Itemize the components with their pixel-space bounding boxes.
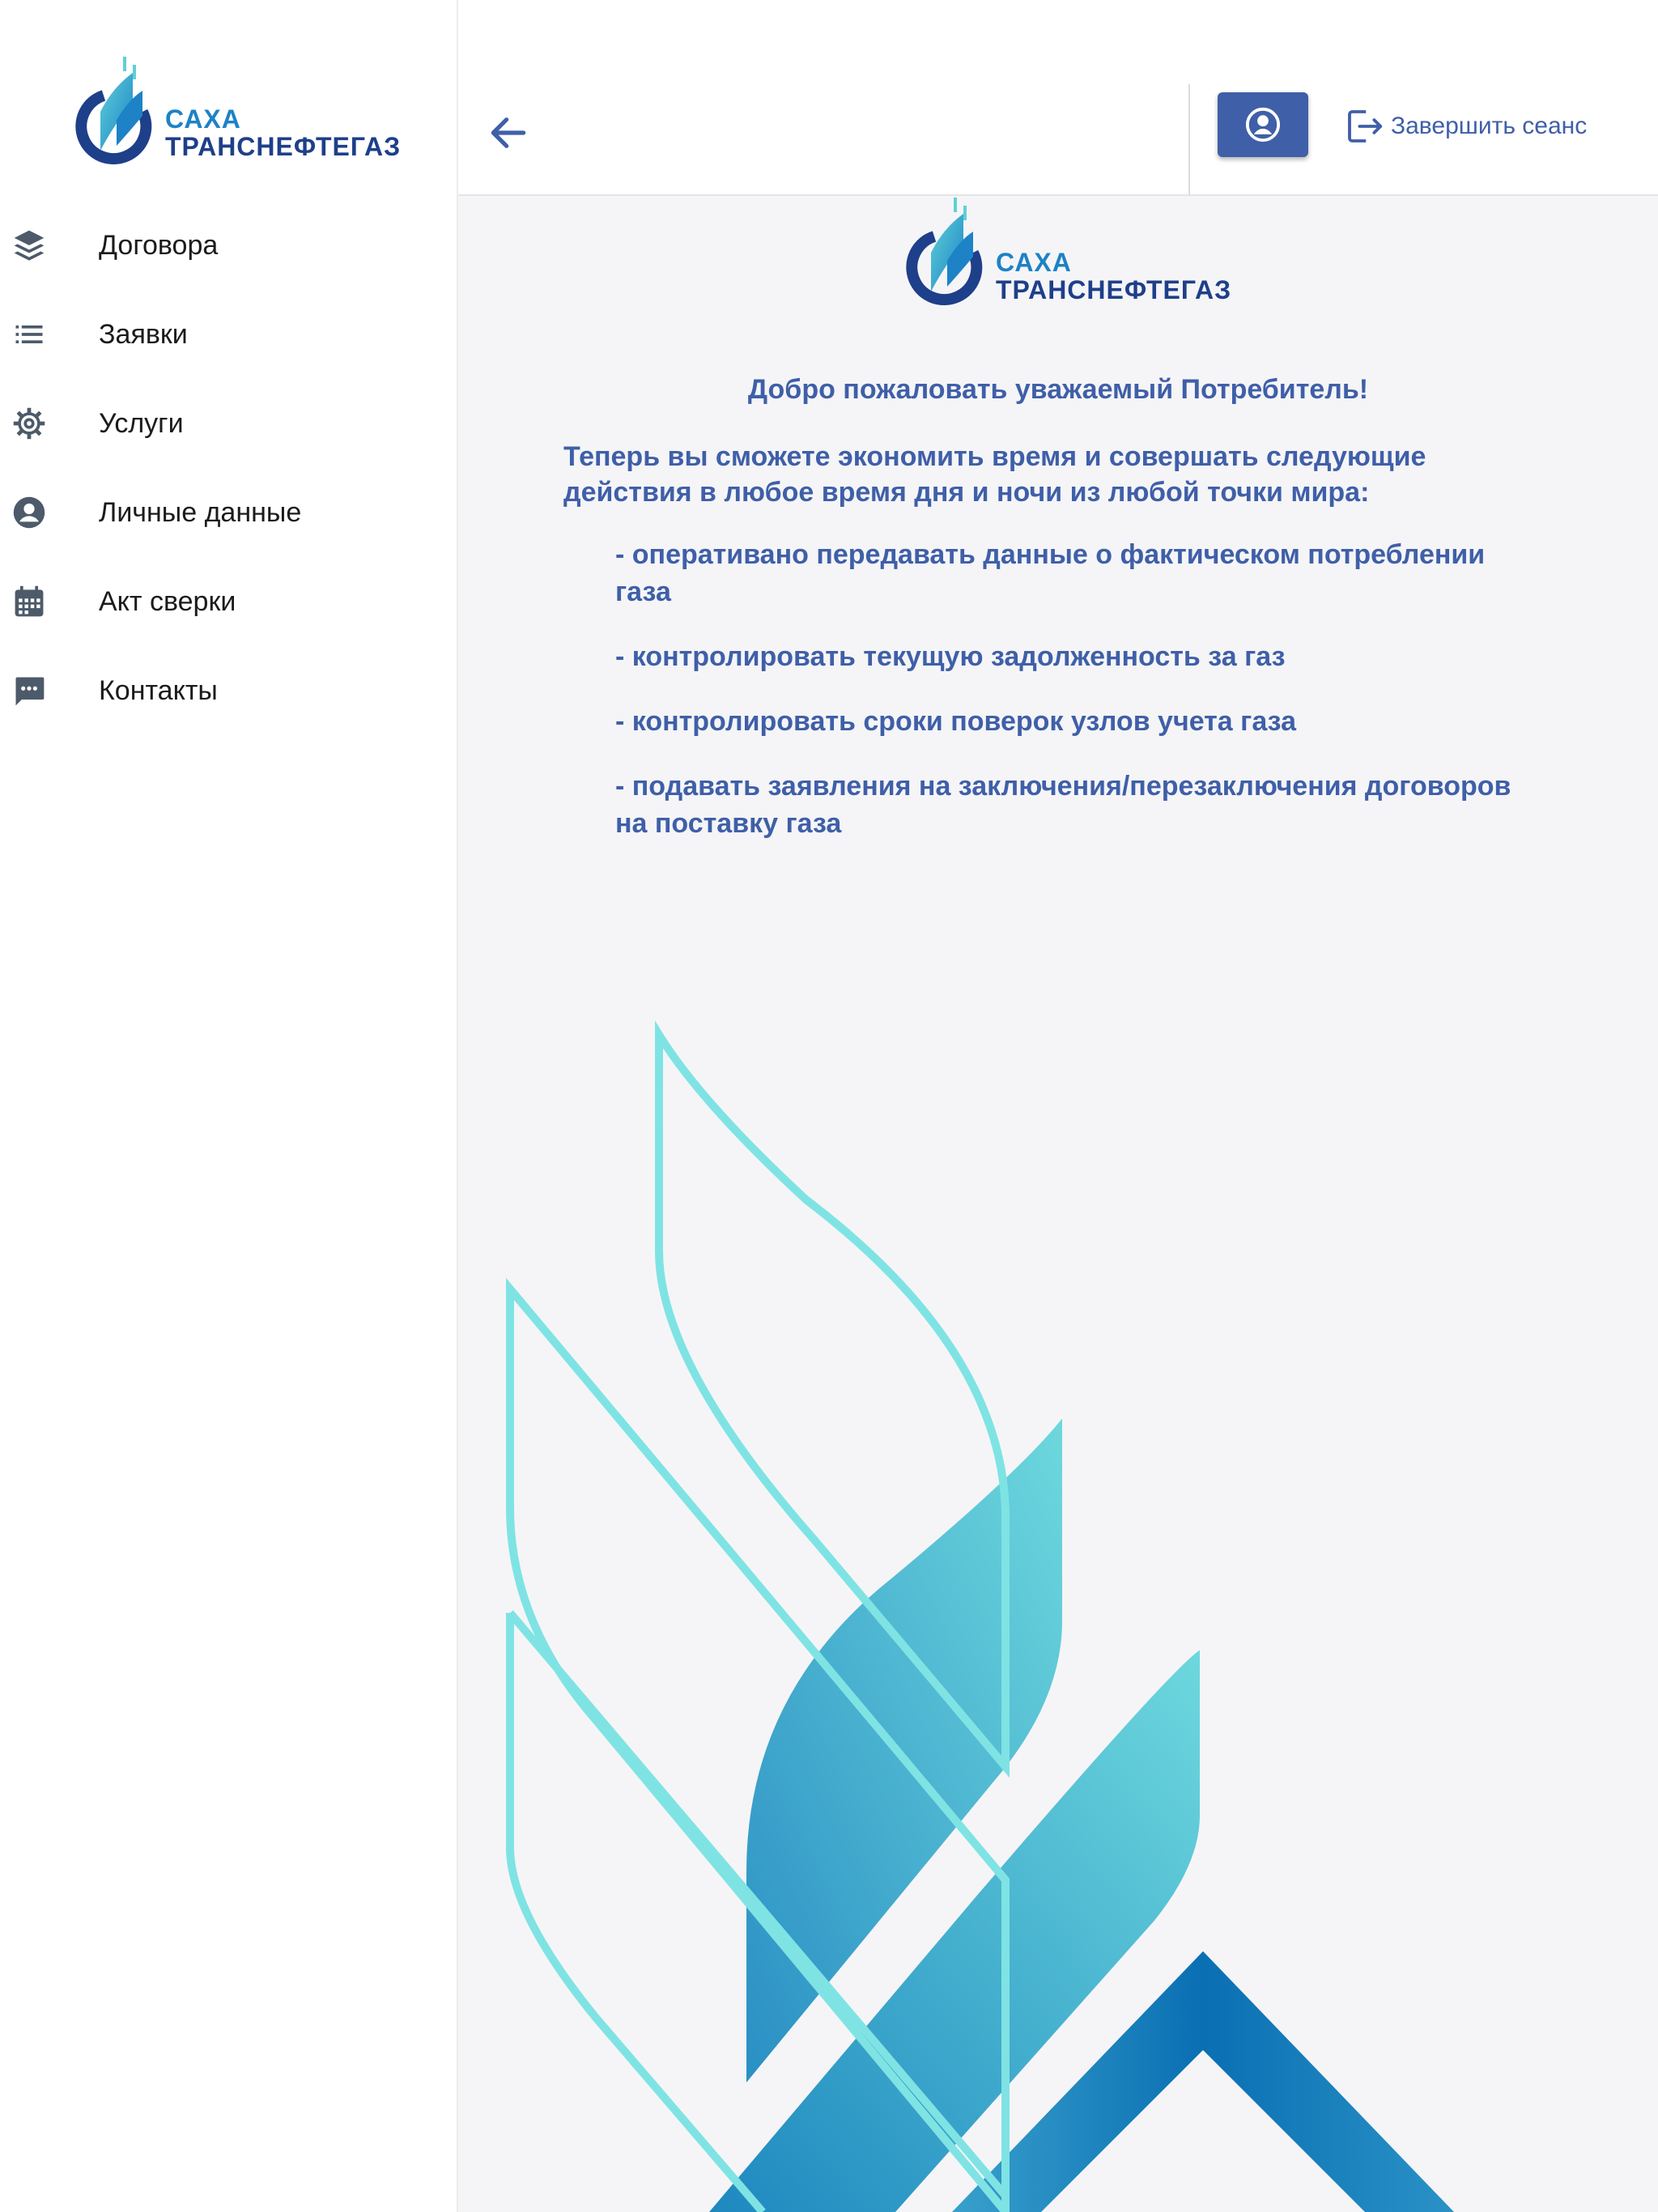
- chat-icon: [10, 671, 49, 710]
- sidebar-item-contacts[interactable]: Контакты: [0, 646, 457, 735]
- user-circle-icon: [1245, 107, 1281, 143]
- sidebar-item-label: Договора: [99, 229, 219, 261]
- sidebar-item-contracts[interactable]: Договора: [0, 201, 457, 290]
- sidebar-item-label: Контакты: [99, 674, 218, 706]
- main-content: САХА ТРАНСНЕФТЕГАЗ Добро пожаловать уваж…: [458, 196, 1658, 2212]
- sidebar-item-services[interactable]: Услуги: [0, 379, 457, 468]
- user-circle-icon: [10, 493, 49, 532]
- sidebar-item-label: Акт сверки: [99, 585, 236, 617]
- top-bar: Завершить сеанс: [458, 0, 1658, 196]
- sidebar-item-requests[interactable]: Заявки: [0, 290, 457, 379]
- feature-list: - оперативано передавать данные о фактич…: [615, 536, 1522, 870]
- list-icon: [10, 315, 49, 354]
- back-button[interactable]: [486, 110, 531, 155]
- welcome-title: Добро пожаловать уважаемый Потребитель!: [747, 374, 1369, 405]
- sidebar: САХА ТРАНСНЕФТЕГАЗ Договора Заявки Услуг…: [0, 0, 458, 2212]
- list-item: - подавать заявления на заключения/перез…: [615, 771, 1511, 839]
- sidebar-item-reconciliation[interactable]: Акт сверки: [0, 557, 457, 646]
- sidebar-item-label: Личные данные: [99, 496, 302, 528]
- logout-label: Завершить сеанс: [1391, 113, 1588, 139]
- sidebar-item-label: Заявки: [99, 318, 188, 350]
- list-item: - оперативано передавать данные о фактич…: [615, 539, 1486, 607]
- list-item: - контролировать текущую задолженность з…: [615, 641, 1286, 672]
- company-logo: САХА ТРАНСНЕФТЕГАЗ: [68, 55, 400, 177]
- logout-button[interactable]: Завершить сеанс: [1342, 102, 1587, 151]
- sidebar-nav: Договора Заявки Услуги Личные данные Акт…: [0, 201, 457, 735]
- intro-text: Теперь вы сможете экономить время и сове…: [563, 441, 1426, 508]
- layers-icon: [10, 226, 49, 265]
- gear-icon: [10, 404, 49, 443]
- list-item: - контролировать сроки поверок узлов уче…: [615, 706, 1297, 737]
- sidebar-item-label: Услуги: [99, 407, 184, 439]
- calendar-icon: [10, 582, 49, 621]
- header-divider: [1188, 84, 1190, 194]
- company-logo: САХА ТРАНСНЕФТЕГАЗ: [899, 196, 1255, 317]
- profile-button[interactable]: [1218, 92, 1308, 157]
- sidebar-item-personal-data[interactable]: Личные данные: [0, 468, 457, 557]
- logo-text: САХА ТРАНСНЕФТЕГАЗ: [996, 248, 1232, 304]
- arrow-left-icon: [491, 117, 526, 148]
- logo-text: САХА ТРАНСНЕФТЕГАЗ: [165, 104, 402, 161]
- logout-icon: [1348, 110, 1383, 143]
